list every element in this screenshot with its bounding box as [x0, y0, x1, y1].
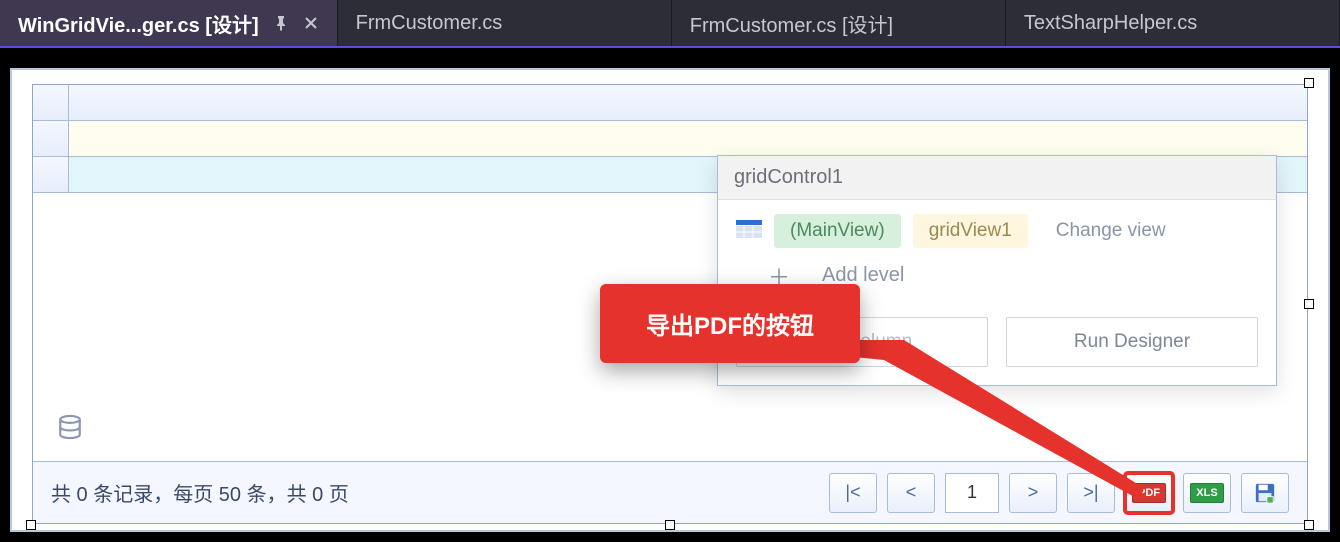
close-icon[interactable] [303, 15, 319, 31]
pager-prev-button[interactable]: < [887, 473, 935, 513]
grid-view-chip[interactable]: gridView1 [913, 214, 1028, 248]
record-status-text: 共 0 条记录，每页 50 条，共 0 页 [51, 478, 829, 507]
smart-tag-title: gridControl1 [718, 156, 1276, 200]
annotation-callout: 导出PDF的按钮 [600, 284, 860, 363]
tab-frmcustomer-designer[interactable]: FrmCustomer.cs [设计] [672, 0, 1006, 46]
run-designer-button[interactable]: Run Designer [1006, 317, 1258, 367]
selection-handle[interactable] [26, 520, 36, 530]
selection-handle[interactable] [665, 520, 675, 530]
export-pdf-button[interactable]: PDF [1125, 473, 1173, 513]
datasource-icon[interactable] [57, 414, 83, 445]
pager-last-button[interactable]: >| [1067, 473, 1115, 513]
pager-first-button[interactable]: |< [829, 473, 877, 513]
xls-icon: XLS [1190, 483, 1223, 503]
grid-glyph-icon [736, 220, 762, 243]
pager: |< < > >| PDF XLS [829, 473, 1289, 513]
tab-textsharphelper[interactable]: TextSharpHelper.cs [1006, 0, 1340, 46]
selection-handle[interactable] [1304, 299, 1314, 309]
selection-handle[interactable] [1304, 78, 1314, 88]
tab-label: FrmCustomer.cs [设计] [690, 9, 893, 38]
grid-column-header [33, 85, 1307, 121]
document-tabbar: WinGridVie...ger.cs [设计] FrmCustomer.cs … [0, 0, 1340, 48]
pin-icon[interactable] [273, 15, 289, 31]
grid-corner [33, 85, 69, 120]
tab-label: FrmCustomer.cs [356, 12, 503, 35]
pdf-icon: PDF [1132, 483, 1166, 503]
callout-text: 导出PDF的按钮 [600, 284, 860, 363]
tab-label: TextSharpHelper.cs [1024, 12, 1197, 35]
selection-handle[interactable] [1304, 520, 1314, 530]
tab-designer-active[interactable]: WinGridVie...ger.cs [设计] [0, 0, 338, 46]
grid-footer: 共 0 条记录，每页 50 条，共 0 页 |< < > >| PDF XLS [33, 461, 1307, 523]
tab-frmcustomer-cs[interactable]: FrmCustomer.cs [338, 0, 672, 46]
floppy-icon [1254, 482, 1276, 504]
save-layout-button[interactable] [1241, 473, 1289, 513]
change-view-link[interactable]: Change view [1040, 214, 1182, 248]
ide-window: WinGridVie...ger.cs [设计] FrmCustomer.cs … [0, 0, 1340, 542]
main-view-chip[interactable]: (MainView) [774, 214, 901, 248]
pager-page-input[interactable] [945, 473, 999, 513]
pager-next-button[interactable]: > [1009, 473, 1057, 513]
tab-label: WinGridVie...ger.cs [设计] [18, 9, 259, 38]
export-xls-button[interactable]: XLS [1183, 473, 1231, 513]
grid-row [33, 121, 1307, 157]
